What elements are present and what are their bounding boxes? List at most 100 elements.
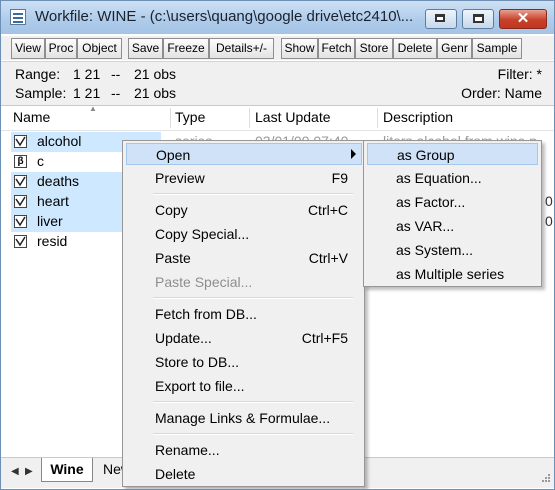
genr-button[interactable]: Genr xyxy=(437,38,472,59)
menu-item-label: Fetch from DB... xyxy=(155,306,257,322)
description-cell: 0 xyxy=(545,213,553,229)
scroll-right-icon[interactable]: ▶ xyxy=(25,466,33,477)
sample-separator: -- xyxy=(111,85,121,101)
fetch-button[interactable]: Fetch xyxy=(318,38,355,59)
menu-item-label: Store to DB... xyxy=(155,354,240,370)
menu-item-label: Copy Special... xyxy=(155,226,250,242)
series-icon xyxy=(14,215,27,228)
menu-item-label: Rename... xyxy=(155,442,220,458)
workfile-icon xyxy=(10,9,26,25)
menu-item-store-to-db[interactable]: Store to DB... xyxy=(126,351,362,373)
submenu-item-as-multiple-series[interactable]: as Multiple series xyxy=(367,263,538,285)
object-button[interactable]: Object xyxy=(77,38,122,59)
menu-item-copy[interactable]: Copy Ctrl+C xyxy=(126,199,362,221)
menu-item-shortcut: Ctrl+V xyxy=(308,250,348,266)
menu-item-label: Paste xyxy=(155,250,191,266)
close-icon: ✕ xyxy=(516,10,530,27)
series-icon xyxy=(14,235,27,248)
maximize-icon xyxy=(473,14,484,23)
submenu-item-label: as Group xyxy=(397,147,455,163)
order-status: Order: Name xyxy=(461,85,542,101)
menu-item-delete[interactable]: Delete xyxy=(126,463,362,485)
description-cell: 0 xyxy=(545,193,553,209)
menu-item-copy-special[interactable]: Copy Special... xyxy=(126,223,362,245)
tab-wine[interactable]: Wine xyxy=(41,458,93,482)
submenu-arrow-icon xyxy=(351,149,356,159)
save-button[interactable]: Save xyxy=(128,38,163,59)
submenu-item-as-equation[interactable]: as Equation... xyxy=(367,167,538,189)
minimize-button[interactable] xyxy=(425,9,457,29)
context-menu: Open Preview F9 Copy Ctrl+C Copy Special… xyxy=(122,140,365,487)
menu-item-export-to-file[interactable]: Export to file... xyxy=(126,375,362,397)
submenu-item-label: as VAR... xyxy=(396,218,455,234)
menu-item-label: Export to file... xyxy=(155,378,245,394)
menu-item-rename[interactable]: Rename... xyxy=(126,439,362,461)
range-label: Range: xyxy=(15,66,61,82)
open-submenu: as Group as Equation... as Factor... as … xyxy=(363,140,542,287)
close-button[interactable]: ✕ xyxy=(499,9,547,29)
menu-item-label: Paste Special... xyxy=(155,274,253,290)
menu-item-paste[interactable]: Paste Ctrl+V xyxy=(126,247,362,269)
menu-item-manage-links[interactable]: Manage Links & Formulae... xyxy=(126,407,362,429)
sample-value: 1 21 xyxy=(73,85,101,101)
menu-item-label: Delete xyxy=(155,466,196,482)
object-name: resid xyxy=(37,233,68,249)
menu-item-label: Preview xyxy=(155,170,205,186)
sample-label: Sample: xyxy=(15,85,67,101)
menu-item-label: Update... xyxy=(155,330,212,346)
menu-item-label: Copy xyxy=(155,202,188,218)
minimize-icon xyxy=(435,14,445,22)
menu-item-paste-special: Paste Special... xyxy=(126,271,362,293)
header-name[interactable]: Name xyxy=(13,109,50,125)
object-name: heart xyxy=(37,193,69,209)
submenu-item-label: as Multiple series xyxy=(396,266,505,282)
object-name: liver xyxy=(37,213,63,229)
title-bar[interactable]: Workfile: WINE - (c:\users\quang\google … xyxy=(1,1,554,34)
info-bar: Range: 1 21 -- 21 obs Sample: 1 21 -- 21… xyxy=(1,61,554,106)
submenu-item-as-var[interactable]: as VAR... xyxy=(367,215,538,237)
menu-item-update[interactable]: Update... Ctrl+F5 xyxy=(126,327,362,349)
series-icon xyxy=(14,135,27,148)
filter-status: Filter: * xyxy=(497,66,542,82)
menu-item-shortcut: F9 xyxy=(331,170,348,186)
view-button[interactable]: View xyxy=(11,38,45,59)
menu-item-label: Manage Links & Formulae... xyxy=(155,410,331,426)
sample-button[interactable]: Sample xyxy=(472,38,522,59)
show-button[interactable]: Show xyxy=(281,38,318,59)
delete-button[interactable]: Delete xyxy=(393,38,437,59)
coef-icon: β xyxy=(14,155,27,168)
sort-arrow-icon: ▲ xyxy=(89,104,97,113)
header-last-update[interactable]: Last Update xyxy=(255,109,331,125)
header-type[interactable]: Type xyxy=(175,109,205,125)
maximize-button[interactable] xyxy=(462,9,494,29)
submenu-item-as-group[interactable]: as Group xyxy=(367,143,538,165)
submenu-item-label: as Equation... xyxy=(396,170,482,186)
series-icon xyxy=(14,195,27,208)
submenu-item-label: as System... xyxy=(396,242,474,258)
submenu-item-as-system[interactable]: as System... xyxy=(367,239,538,261)
window-title: Workfile: WINE - (c:\users\quang\google … xyxy=(35,8,414,25)
menu-item-label: Open xyxy=(156,147,191,163)
menu-item-preview[interactable]: Preview F9 xyxy=(126,167,362,189)
scroll-left-icon[interactable]: ◀ xyxy=(11,466,19,477)
sample-obs: 21 obs xyxy=(134,85,177,101)
menu-item-shortcut: Ctrl+F5 xyxy=(301,330,348,346)
resize-grip-icon[interactable] xyxy=(539,473,551,485)
freeze-button[interactable]: Freeze xyxy=(163,38,209,59)
object-name: alcohol xyxy=(37,133,82,149)
column-header: ▲ Name Type Last Update Description xyxy=(1,104,554,131)
details-button[interactable]: Details+/- xyxy=(209,38,274,59)
proc-button[interactable]: Proc xyxy=(45,38,77,59)
range-separator: -- xyxy=(111,66,121,82)
store-button[interactable]: Store xyxy=(355,38,393,59)
menu-item-fetch-from-db[interactable]: Fetch from DB... xyxy=(126,303,362,325)
object-name: deaths xyxy=(37,173,80,189)
range-value: 1 21 xyxy=(73,66,101,82)
workfile-window: Workfile: WINE - (c:\users\quang\google … xyxy=(0,0,555,490)
range-obs: 21 obs xyxy=(134,66,177,82)
object-name: c xyxy=(37,153,44,169)
submenu-item-as-factor[interactable]: as Factor... xyxy=(367,191,538,213)
header-description[interactable]: Description xyxy=(383,109,453,125)
menu-item-open[interactable]: Open xyxy=(126,143,362,165)
series-icon xyxy=(14,175,27,188)
